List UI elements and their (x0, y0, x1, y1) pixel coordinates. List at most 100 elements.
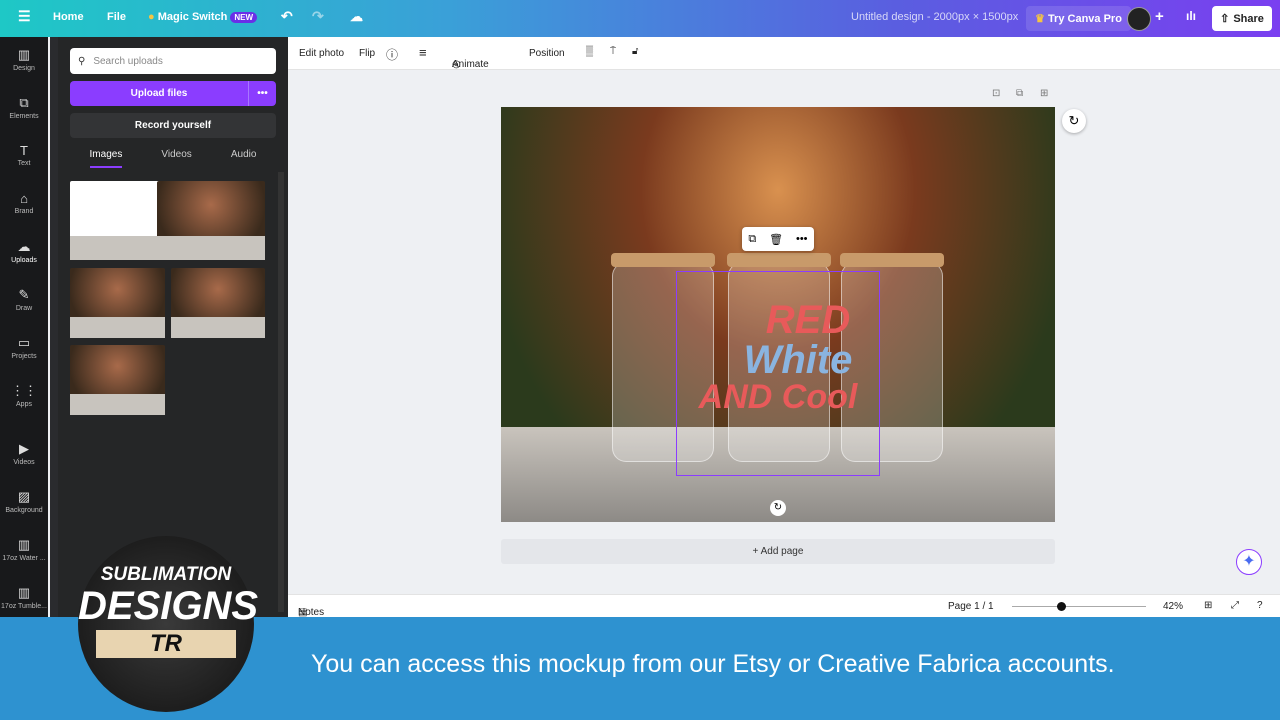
more-icon[interactable]: ••• (796, 233, 808, 245)
position-button[interactable]: Position (529, 48, 565, 59)
tab-audio[interactable]: Audio (231, 149, 257, 168)
flip-button[interactable]: Flip (359, 48, 375, 59)
rail-icon: ✎ (18, 287, 30, 302)
refresh-icon[interactable]: ↻ (1062, 109, 1086, 133)
add-member-icon[interactable]: + (1155, 8, 1164, 25)
rail-item-text[interactable]: T Text (0, 143, 48, 167)
search-placeholder: Search uploads (93, 55, 163, 67)
design-text-red: RED (765, 298, 851, 342)
rail-icon: ▶ (19, 441, 29, 456)
share-icon: ⇧ (1220, 13, 1230, 25)
rail-item-brand[interactable]: ⌂ Brand (0, 191, 48, 215)
avatar[interactable] (1127, 7, 1151, 31)
page-indicator[interactable]: Page 1 / 1 (948, 601, 994, 612)
zoom-level[interactable]: 42% (1163, 601, 1183, 612)
panel-scrollbar[interactable] (278, 172, 284, 612)
upload-thumbnail-design[interactable] (70, 181, 165, 260)
rail-item-17oz-tumble-[interactable]: ▥ 17oz Tumble... (0, 585, 48, 610)
lock-icon[interactable]: 🔓︎ (632, 46, 638, 57)
redo-icon[interactable]: ↷ (312, 8, 324, 25)
rail-item-design[interactable]: ▥ Design (0, 47, 48, 72)
crown-icon: ● (148, 11, 155, 23)
side-rail: ▥ Design ⧉ Elements T Text ⌂ Brand ☁ Uploads ✎ Draw… (0, 37, 48, 617)
rail-icon: ⋮⋮ (11, 383, 37, 398)
rail-label: Projects (11, 353, 37, 360)
rail-scrollbar[interactable] (50, 37, 58, 617)
cloud-save-icon[interactable]: ☁ (350, 9, 363, 25)
file-button[interactable]: File (107, 11, 126, 23)
menu-icon[interactable]: ☰ (18, 8, 31, 25)
rail-item-uploads[interactable]: ☁ Uploads (0, 239, 48, 264)
upload-label: Upload files (130, 88, 188, 99)
rail-label: Elements (9, 113, 39, 120)
upload-thumbnail[interactable] (171, 268, 265, 338)
magic-assistant-icon[interactable]: ✦ (1236, 549, 1262, 575)
rail-label: 17oz Water ... (2, 555, 46, 562)
upload-thumbnail[interactable] (70, 345, 165, 415)
border-style-icon[interactable]: ≡ (419, 45, 427, 60)
edit-photo-button[interactable]: Edit photo (299, 48, 344, 59)
rail-icon: ▨ (17, 489, 31, 504)
rail-item-elements[interactable]: ⧉ Elements (0, 95, 48, 120)
undo-icon[interactable]: ↶ (281, 8, 293, 25)
info-icon[interactable]: ⓘ (386, 46, 398, 63)
sublimation-designs-logo: SUBLIMATION DESIGNS TR (78, 536, 258, 712)
rail-icon: ⧉ (19, 95, 29, 110)
share-button[interactable]: ⇧ Share (1212, 6, 1272, 31)
rail-icon: ▥ (17, 585, 31, 600)
tab-videos[interactable]: Videos (161, 149, 191, 168)
home-button[interactable]: Home (53, 11, 84, 23)
record-yourself-button[interactable]: Record yourself (70, 113, 276, 138)
rotate-handle-icon[interactable]: ↻ (770, 500, 786, 516)
red-white-cool-design[interactable]: RED White AND Cool (680, 300, 876, 414)
magic-switch-label: Magic Switch (157, 11, 228, 23)
footer-bar: ▤ Notes Page 1 / 1 42% ⊞ ⤢ ? (288, 594, 1280, 618)
rail-label: 17oz Tumble... (1, 603, 47, 610)
more-options-icon[interactable]: ••• (248, 81, 276, 106)
help-icon[interactable]: ? (1257, 600, 1263, 611)
design-title[interactable]: Untitled design - 2000px × 1500px (851, 11, 1018, 23)
add-page-icon[interactable]: ⊞ (1040, 88, 1048, 99)
rail-item-videos[interactable]: ▶ Videos (0, 441, 48, 466)
zoom-slider[interactable] (1012, 606, 1146, 607)
try-pro-label: Try Canva Pro (1047, 13, 1122, 25)
lock-page-icon[interactable]: ⊡ (992, 88, 1000, 99)
rail-item-17oz-water-[interactable]: ▥ 17oz Water ... (0, 537, 48, 562)
rail-icon: ▥ (17, 537, 31, 552)
rail-label: Text (17, 160, 31, 167)
upload-thumbnail[interactable] (70, 268, 165, 338)
rail-item-background[interactable]: ▨ Background (0, 489, 48, 514)
upload-thumbnail[interactable] (157, 181, 265, 260)
element-context-menu: ⧉ 🗑︎ ••• (742, 227, 814, 251)
insights-icon[interactable]: ılı (1186, 9, 1196, 23)
rail-item-apps[interactable]: ⋮⋮ Apps (0, 383, 48, 408)
design-text-white: White (743, 338, 853, 382)
crown-icon: ♛ (1035, 13, 1045, 25)
search-icon: ⚲ (78, 55, 86, 67)
paint-roller-icon[interactable]: ⍑ (610, 46, 616, 57)
rail-icon: ▥ (17, 47, 31, 62)
fullscreen-icon[interactable]: ⤢ (1231, 600, 1239, 611)
rail-icon: T (20, 143, 28, 158)
uploads-panel: ⚲ Search uploads Upload files ••• Record y… (58, 37, 288, 617)
rail-label: Draw (15, 305, 33, 312)
copy-icon[interactable]: ⧉ (748, 233, 756, 246)
grid-view-icon[interactable]: ⊞ (1204, 600, 1212, 611)
rail-label: Background (5, 507, 43, 514)
rail-label: Design (13, 65, 35, 72)
animate-label: Animate (452, 59, 489, 70)
add-page-button[interactable]: + Add page (501, 539, 1055, 564)
trash-icon[interactable]: 🗑︎ (769, 233, 783, 246)
rail-item-projects[interactable]: ▭ Projects (0, 335, 48, 360)
duplicate-page-icon[interactable]: ⧉ (1016, 88, 1023, 99)
upload-files-button[interactable]: Upload files ••• (70, 81, 276, 106)
zoom-slider-handle[interactable] (1057, 602, 1066, 611)
media-tabs: Images Videos Audio (70, 149, 276, 168)
try-canva-pro-button[interactable]: ♛ Try Canva Pro (1026, 6, 1131, 31)
rail-item-draw[interactable]: ✎ Draw (0, 287, 48, 312)
tab-images[interactable]: Images (89, 149, 123, 168)
magic-switch-button[interactable]: ● Magic Switch NEW (148, 11, 258, 23)
transparency-icon[interactable]: ▒ (586, 46, 593, 57)
context-toolbar: Edit photo Flip ⓘ ≡ ◎ Animate Position ▒… (288, 37, 1280, 70)
search-uploads-input[interactable]: ⚲ Search uploads (70, 48, 276, 74)
